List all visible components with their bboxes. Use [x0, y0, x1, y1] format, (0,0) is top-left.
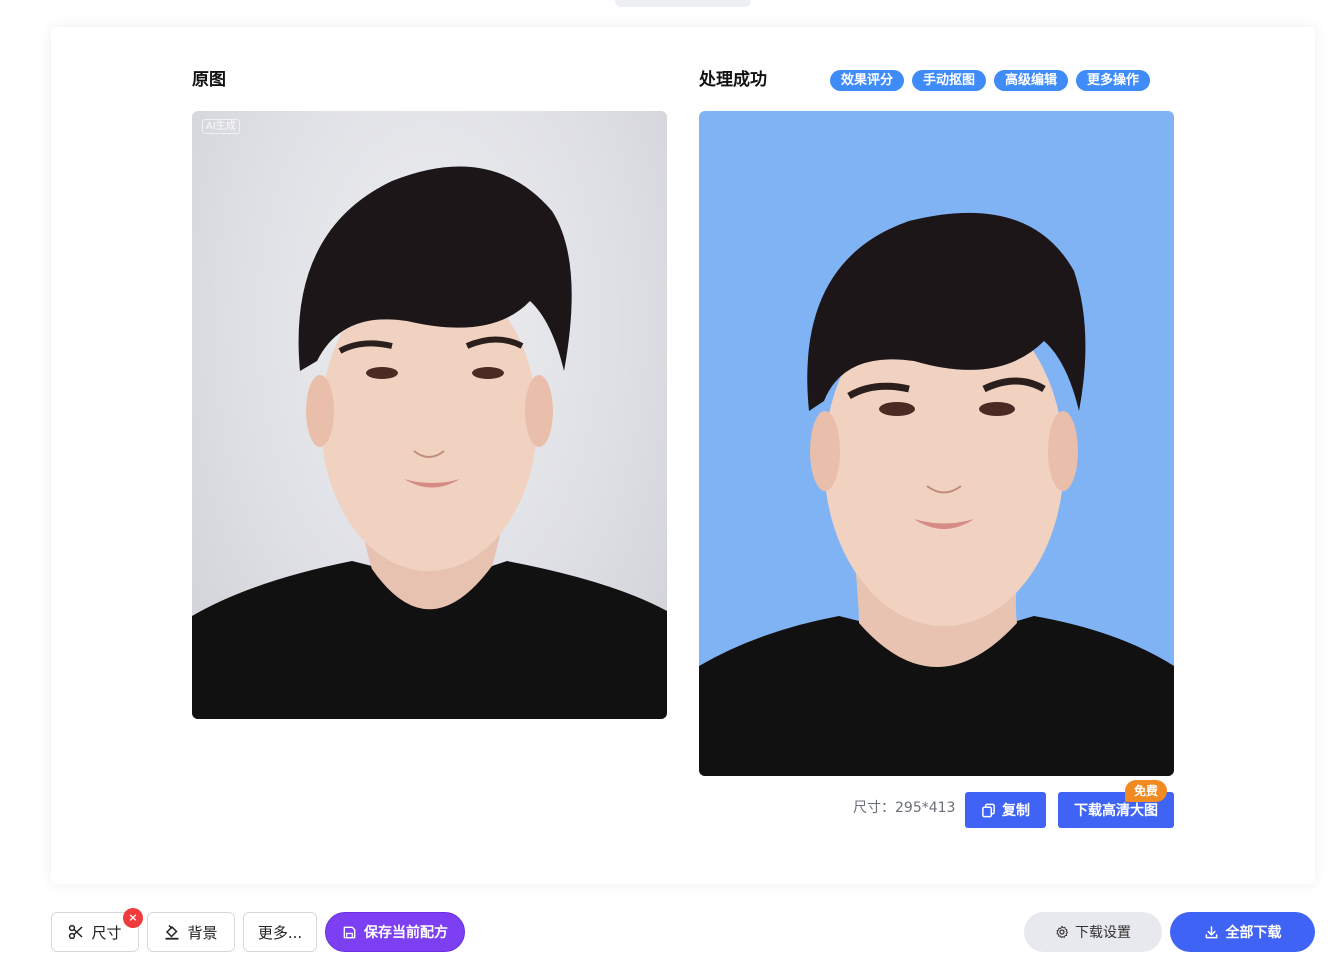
ai-generated-badge: AI生成	[202, 119, 240, 134]
save-recipe-button[interactable]: 保存当前配方	[325, 912, 465, 952]
scissors-icon	[69, 924, 83, 940]
tag-rating[interactable]: 效果评分	[830, 70, 905, 91]
size-value: 295*413	[895, 800, 956, 816]
gear-icon	[1056, 925, 1069, 939]
more-button[interactable]: 更多...	[243, 912, 317, 952]
copy-label: 复制	[1002, 803, 1030, 819]
download-all-button[interactable]: 全部下载	[1170, 912, 1315, 952]
download-settings-label: 下载设置	[1075, 925, 1131, 941]
copy-button[interactable]: 复制	[965, 792, 1046, 828]
tag-more-actions[interactable]: 更多操作	[1076, 70, 1151, 91]
result-action-tags: 效果评分 手动抠图 高级编辑 更多操作	[830, 70, 1151, 91]
result-photo	[699, 111, 1174, 776]
result-card: 原图 处理成功 效果评分 手动抠图 高级编辑 更多操作 AI生成 尺寸：295*…	[51, 27, 1315, 884]
background-button-label: 背景	[187, 923, 218, 942]
top-drag-handle[interactable]	[615, 0, 751, 7]
download-settings-button[interactable]: 下载设置	[1024, 912, 1162, 952]
save-icon	[343, 926, 356, 938]
save-recipe-label: 保存当前配方	[364, 925, 448, 941]
original-portrait	[192, 166, 667, 719]
tag-manual-cutout[interactable]: 手动抠图	[912, 70, 987, 91]
background-button[interactable]: 背景	[147, 912, 235, 952]
paint-bucket-icon	[165, 924, 179, 940]
download-icon	[1205, 925, 1217, 938]
copy-icon	[982, 803, 995, 817]
size-button-label: 尺寸	[91, 923, 122, 942]
download-all-label: 全部下载	[1225, 925, 1282, 941]
size-label: 尺寸：	[853, 800, 895, 816]
original-title: 原图	[192, 70, 226, 90]
tag-advanced-edit[interactable]: 高级编辑	[994, 70, 1069, 91]
remove-size-button[interactable]: ×	[123, 908, 143, 928]
more-button-label: 更多...	[257, 923, 303, 942]
free-badge: 免费	[1125, 780, 1168, 802]
result-title: 处理成功	[699, 70, 767, 90]
download-hd-label: 下载高清大图	[1074, 803, 1158, 819]
result-size: 尺寸：295*413	[853, 799, 955, 817]
original-photo: AI生成	[192, 111, 667, 719]
result-portrait	[699, 212, 1174, 776]
